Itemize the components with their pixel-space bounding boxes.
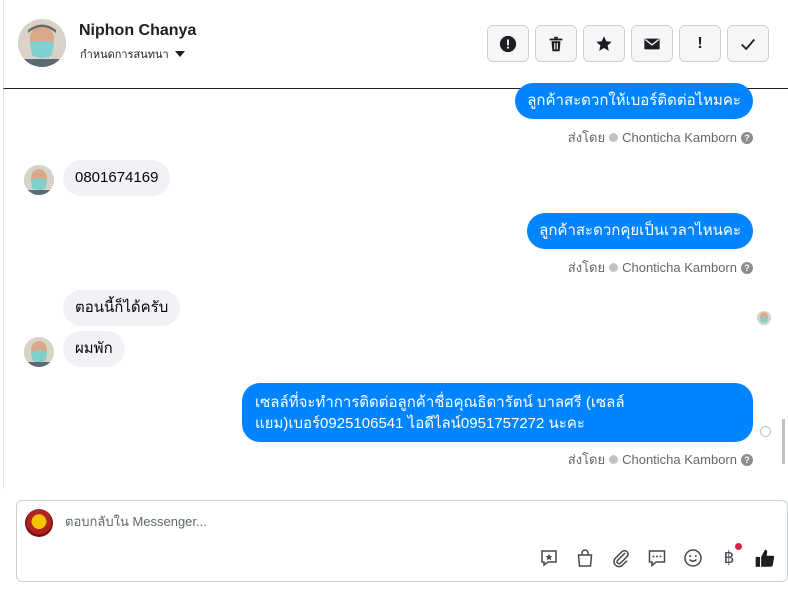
- shopping-bag-icon: [577, 549, 593, 567]
- thumbs-up-icon: [755, 549, 775, 567]
- star-icon: [596, 35, 612, 51]
- sent-by-label: ส่งโดย Chonticha Kamborn ?: [568, 257, 753, 278]
- outgoing-message[interactable]: ลูกค้าสะดวกให้เบอร์ติดต่อไหมคะ: [515, 83, 753, 119]
- envelope-icon: [644, 38, 660, 49]
- message-text: ลูกค้าสะดวกคุยเป็นเวลาไหนคะ: [539, 222, 741, 239]
- payment-button[interactable]: ฿: [717, 543, 742, 570]
- mark-unread-button[interactable]: [631, 25, 673, 62]
- message-text: ตอนนี้ก็ได้ครับ: [75, 299, 169, 316]
- reply-input[interactable]: [65, 514, 665, 529]
- sent-status-icon: [760, 426, 771, 437]
- sent-by-agent: Chonticha Kamborn: [622, 130, 737, 145]
- check-circle-icon: [609, 455, 619, 464]
- message-text-line-2: แยม)เบอร์0925106541 ไอดีไลน์0951757272 น…: [255, 414, 585, 432]
- message-text: ลูกค้าสะดวกให้เบอร์ติดต่อไหมคะ: [527, 92, 741, 109]
- checkmark-icon: [741, 38, 755, 50]
- help-icon[interactable]: ?: [741, 453, 753, 466]
- notification-dot: [735, 543, 742, 550]
- shop-button[interactable]: [573, 546, 597, 570]
- sent-by-agent: Chonticha Kamborn: [622, 260, 737, 275]
- caret-down-icon: [174, 51, 185, 57]
- sent-by-prefix: ส่งโดย: [567, 130, 606, 145]
- message-text: 0801674169: [75, 169, 159, 186]
- like-button[interactable]: [753, 546, 777, 570]
- conversation-actions: !: [487, 25, 769, 62]
- check-circle-icon: [609, 133, 619, 142]
- follow-up-button[interactable]: !: [679, 25, 721, 62]
- saved-reply-button[interactable]: [537, 546, 561, 570]
- message-text: ผมพัก: [75, 340, 113, 357]
- assign-conversation-label: กำหนดการสนทนา: [80, 49, 169, 61]
- seen-avatar: [757, 311, 771, 325]
- baht-payment-icon: ฿: [723, 548, 735, 568]
- outgoing-message[interactable]: ลูกค้าสะดวกคุยเป็นเวลาไหนคะ: [527, 213, 753, 249]
- help-icon[interactable]: ?: [741, 131, 753, 144]
- incoming-message[interactable]: ผมพัก: [63, 331, 125, 367]
- outgoing-message[interactable]: เซลล์ที่จะทำการติดต่อลูกค้าชื่อคุณธิดารั…: [242, 383, 753, 442]
- sent-by-prefix: ส่งโดย: [567, 260, 606, 275]
- reply-composer: ฿: [16, 500, 788, 582]
- emoji-button[interactable]: [681, 546, 705, 570]
- sent-by-label: ส่งโดย Chonticha Kamborn ?: [568, 449, 753, 470]
- message-text-line-1: เซลล์ที่จะทำการติดต่อลูกค้าชื่อคุณธิดารั…: [255, 393, 625, 411]
- paperclip-icon: [613, 549, 629, 568]
- alert-circle-icon: [499, 35, 517, 52]
- saved-reply-icon: [541, 550, 557, 567]
- emoji-icon: [684, 549, 702, 567]
- customer-avatar-small: [24, 337, 54, 367]
- thread-scrollbar[interactable]: [782, 419, 785, 464]
- mark-done-button[interactable]: [727, 25, 769, 62]
- sent-by-prefix: ส่งโดย: [567, 452, 606, 467]
- attach-button[interactable]: [609, 546, 633, 570]
- page-avatar: [25, 509, 53, 537]
- trash-icon: [549, 36, 563, 51]
- customer-avatar-small: [24, 165, 54, 195]
- exclamation-icon: !: [697, 34, 703, 52]
- incoming-message[interactable]: ตอนนี้ก็ได้ครับ: [63, 290, 181, 326]
- mark-spam-button[interactable]: [487, 25, 529, 62]
- help-icon[interactable]: ?: [741, 261, 753, 274]
- delete-button[interactable]: [535, 25, 577, 62]
- customer-avatar[interactable]: [18, 19, 66, 67]
- sent-by-agent: Chonticha Kamborn: [622, 452, 737, 467]
- composer-toolbar: ฿: [537, 543, 777, 570]
- check-circle-icon: [609, 263, 619, 272]
- quick-reply-button[interactable]: [645, 546, 669, 570]
- customer-name: Niphon Chanya: [79, 22, 197, 39]
- sent-by-label: ส่งโดย Chonticha Kamborn ?: [568, 127, 753, 148]
- incoming-message[interactable]: 0801674169: [63, 160, 171, 196]
- conversation-header: Niphon Chanya กำหนดการสนทนา !: [3, 0, 788, 89]
- assign-conversation-dropdown[interactable]: กำหนดการสนทนา: [80, 45, 185, 63]
- chat-bubble-icon: [648, 550, 666, 568]
- star-button[interactable]: [583, 25, 625, 62]
- message-thread[interactable]: ลูกค้าสะดวกให้เบอร์ติดต่อไหมคะ ส่งโดย Ch…: [3, 83, 785, 489]
